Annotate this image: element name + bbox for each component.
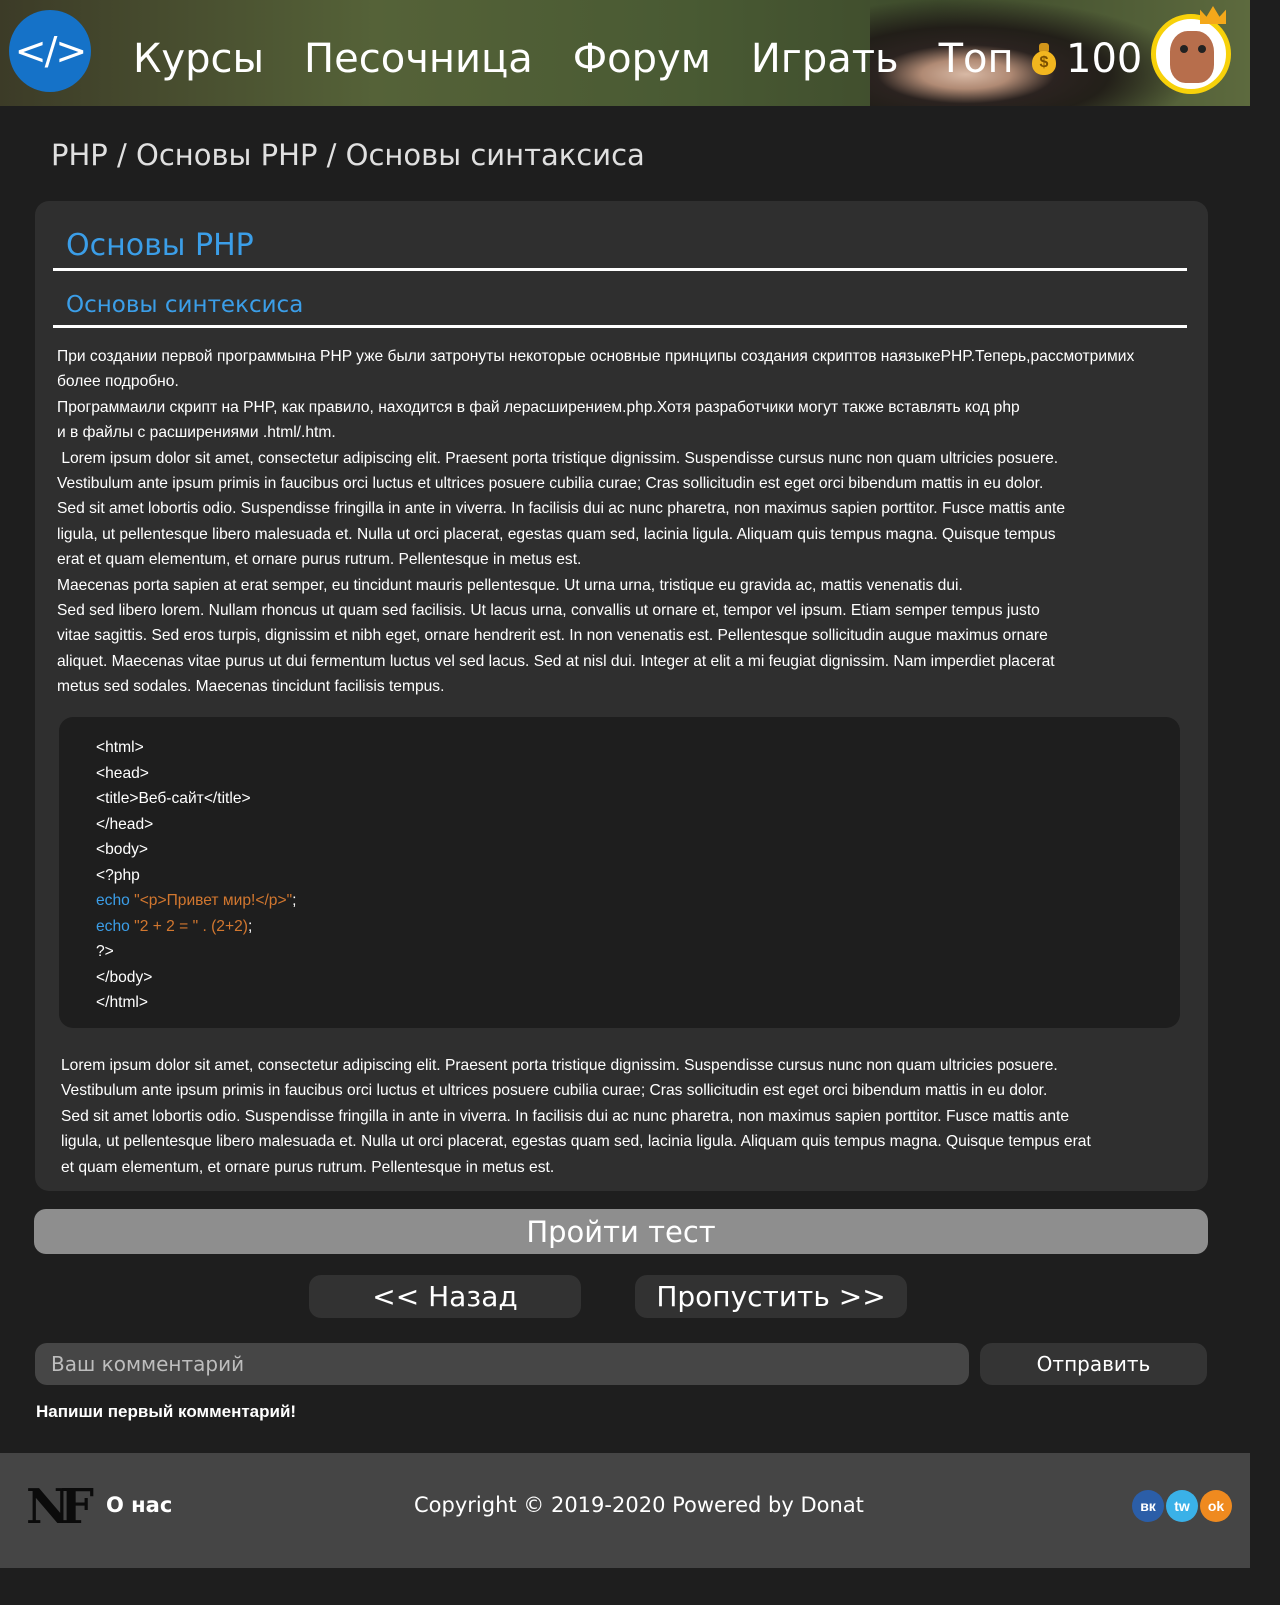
nav-sandbox[interactable]: Песочница xyxy=(304,36,533,82)
text-line: Sed sit amet lobortis odio. Suspendisse … xyxy=(61,1107,1070,1125)
lesson-subtitle: Основы синтексиса xyxy=(66,292,304,318)
code-punct: ; xyxy=(292,892,297,909)
nav-play[interactable]: Играть xyxy=(751,36,899,82)
text-line: Lorem ipsum dolor sit amet, consectetur … xyxy=(57,449,1059,467)
subtitle-divider xyxy=(53,325,1187,328)
text-line: более подробно. xyxy=(57,373,179,391)
coin-balance: $ 100 xyxy=(1032,36,1142,82)
odnoklassniki-icon[interactable]: ok xyxy=(1200,1490,1232,1522)
site-logo[interactable]: </> xyxy=(9,10,91,92)
code-line: ?> xyxy=(96,943,114,960)
text-line: erat et quam elementum, et ornare purus … xyxy=(57,551,582,569)
empty-comments-text: Напиши первый комментарий! xyxy=(36,1402,297,1421)
lesson-title: Основы PHP xyxy=(66,228,254,263)
text-line: Lorem ipsum dolor sit amet, consectetur … xyxy=(61,1057,1058,1074)
money-bag-icon: $ xyxy=(1032,43,1056,75)
code-line: echo "2 + 2 = " . (2+2); xyxy=(96,914,1180,940)
copyright-text: Copyright © 2019-2020 Powered by Donat xyxy=(414,1493,864,1517)
crown-icon xyxy=(1200,6,1226,24)
code-line: <html> xyxy=(96,739,144,756)
title-divider xyxy=(53,268,1187,271)
code-keyword: echo xyxy=(96,892,130,909)
code-string: "<p>Привет мир!</p>" xyxy=(129,892,293,909)
text-line: и в файлы с расширениями .html/.htm. xyxy=(57,424,336,442)
text-line: При создании первой программына PHP уже … xyxy=(57,348,1135,365)
code-block: <html> <head> <title>Веб-сайт</title> </… xyxy=(59,717,1180,1028)
breadcrumb: PHP / Основы PHP / Основы синтаксиса xyxy=(51,138,645,172)
code-line: echo "<p>Привет мир!</p>"; xyxy=(96,888,1180,914)
text-line: Программаили скрипт на PHP, как правило,… xyxy=(57,398,1020,416)
vk-icon[interactable]: вк xyxy=(1132,1490,1164,1522)
nav-top[interactable]: Топ xyxy=(939,36,1014,82)
back-button[interactable]: << Назад xyxy=(309,1275,581,1318)
code-line: </head> xyxy=(96,815,154,833)
text-line: ligula, ut pellentesque libero malesuada… xyxy=(61,1133,1091,1151)
comment-input[interactable] xyxy=(35,1343,969,1385)
text-line: Maecenas porta sapien at erat semper, eu… xyxy=(57,576,963,594)
footer-logo[interactable]: NF xyxy=(26,1483,94,1531)
text-line: metus sed sodales. Maecenas tincidunt fa… xyxy=(57,678,445,696)
text-line: vitae sagittis. Sed eros turpis, digniss… xyxy=(57,627,1048,645)
code-string: "2 + 2 = " . (2+2) xyxy=(129,917,248,935)
nav-courses[interactable]: Курсы xyxy=(133,36,264,82)
text-line: Sed sed libero lorem. Nullam rhoncus ut … xyxy=(57,602,1040,620)
send-comment-button[interactable]: Отправить xyxy=(980,1343,1207,1385)
text-line: aliquet. Maecenas vitae purus ut dui fer… xyxy=(57,652,1055,670)
coin-amount: 100 xyxy=(1066,36,1143,82)
twitter-icon[interactable]: tw xyxy=(1166,1490,1198,1522)
lesson-intro-text: При создании первой программына PHP уже … xyxy=(57,344,1197,700)
site-header: </> Курсы Песочница Форум Играть Топ $ 1… xyxy=(0,0,1250,106)
code-keyword: echo xyxy=(96,917,130,935)
code-line: <head> xyxy=(96,764,149,782)
skip-button[interactable]: Пропустить >> xyxy=(635,1275,907,1318)
code-line: </html> xyxy=(96,994,149,1011)
text-line: Vestibulum ante ipsum primis in faucibus… xyxy=(61,1082,1048,1100)
text-line: Sed sit amet lobortis odio. Suspendisse … xyxy=(57,500,1066,518)
lesson-outro-text: Lorem ipsum dolor sit amet, consectetur … xyxy=(61,1053,1191,1180)
code-line: <title>Веб-сайт</title> xyxy=(96,790,251,807)
text-line: Vestibulum ante ipsum primis in faucibus… xyxy=(57,475,1044,493)
user-avatar[interactable] xyxy=(1151,14,1231,94)
nav-forum[interactable]: Форум xyxy=(573,36,711,82)
code-line: <body> xyxy=(96,841,149,858)
text-line: ligula, ut pellentesque libero malesuada… xyxy=(57,525,1056,543)
code-line: <?php xyxy=(96,866,140,884)
code-line: </body> xyxy=(96,968,153,986)
take-test-button[interactable]: Пройти тест xyxy=(34,1209,1208,1254)
lesson-card: Основы PHP Основы синтексиса При создани… xyxy=(35,201,1208,1191)
site-footer: NF О нас Copyright © 2019-2020 Powered b… xyxy=(0,1453,1250,1568)
about-link[interactable]: О нас xyxy=(106,1493,172,1517)
text-line: et quam elementum, et ornare purus rutru… xyxy=(61,1158,555,1176)
code-punct: ; xyxy=(247,917,253,935)
main-nav: Курсы Песочница Форум Играть Топ xyxy=(133,36,1014,82)
